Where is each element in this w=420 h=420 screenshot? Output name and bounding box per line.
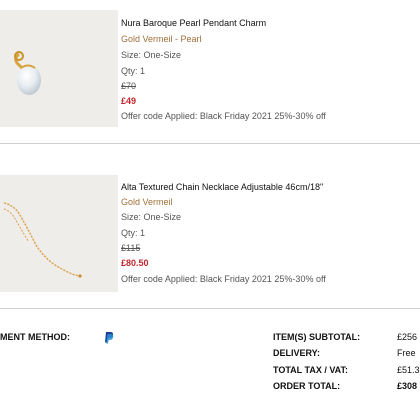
order-total-value: £308 [397,381,418,391]
divider [0,308,420,309]
order-total-label: ORDER TOTAL: [273,381,341,391]
delivery-value: Free [397,348,416,358]
item-original-price: £115 [121,243,141,253]
item-variant: Gold Vermeil [121,197,173,207]
subtotal-value: £256 [397,332,418,342]
divider [0,143,420,144]
item-original-price: £70 [121,81,137,91]
product-image-pearl-pendant[interactable] [0,10,118,127]
item-offer-text: Offer code Applied: Black Friday 2021 25… [121,274,326,284]
chain-necklace-icon [3,202,82,278]
item-name[interactable]: Alta Textured Chain Necklace Adjustable … [121,182,323,193]
pearl-pendant-icon [14,51,41,95]
item-name[interactable]: Nura Baroque Pearl Pendant Charm [121,18,266,29]
item-sale-price: £80.50 [121,258,149,268]
product-image-chain-necklace[interactable] [0,175,118,292]
item-sale-price: £49 [121,96,137,106]
item-qty: Qty: 1 [121,228,146,238]
tax-value: £51.3 [397,365,420,375]
item-qty: Qty: 1 [121,66,146,76]
tax-label: TOTAL TAX / VAT: [273,365,348,375]
paypal-icon [105,332,114,344]
item-size: Size: One-Size [121,50,182,60]
delivery-label: DELIVERY: [273,348,321,358]
subtotal-label: ITEM(S) SUBTOTAL: [273,332,361,342]
payment-method-label: MENT METHOD: [0,332,70,342]
item-variant: Gold Vermeil - Pearl [121,34,202,44]
item-offer-text: Offer code Applied: Black Friday 2021 25… [121,111,326,121]
item-size: Size: One-Size [121,212,182,222]
